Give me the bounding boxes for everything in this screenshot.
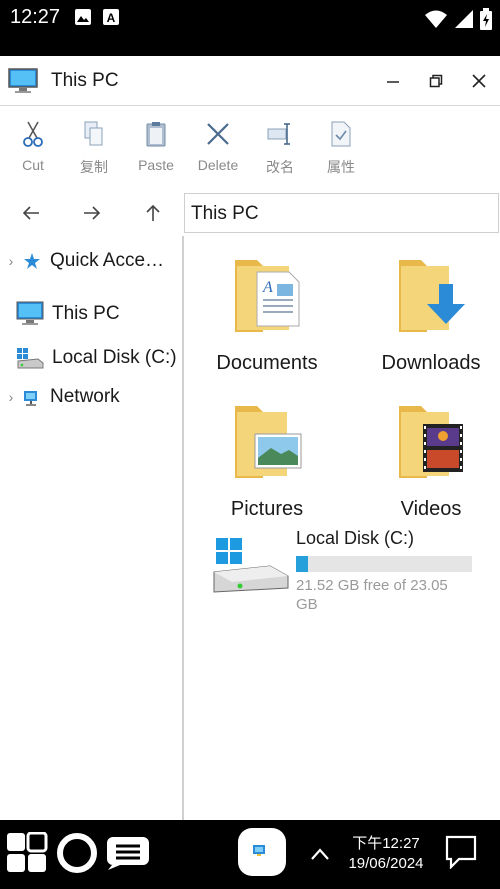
a-icon: A bbox=[103, 9, 119, 25]
sidebar-item-this-pc[interactable]: This PC bbox=[0, 297, 182, 331]
properties-button[interactable]: 属性 bbox=[310, 117, 372, 177]
drive-label: Local Disk (C:) bbox=[296, 528, 415, 548]
arrow-up-icon bbox=[146, 204, 160, 221]
navigation-bar: This PC bbox=[0, 192, 500, 234]
chevron-up-icon bbox=[311, 848, 329, 860]
delete-icon bbox=[207, 123, 229, 145]
message-icon bbox=[107, 837, 149, 870]
drive-usage-fill bbox=[296, 556, 308, 572]
drive-icon bbox=[16, 347, 44, 369]
copy-icon bbox=[84, 121, 103, 146]
toolbar: Cut 复制 Paste Delete 改名 属性 bbox=[0, 107, 500, 185]
photo-icon bbox=[75, 9, 91, 25]
explorer-app-icon bbox=[253, 845, 265, 856]
paste-button[interactable]: Paste bbox=[125, 117, 187, 173]
clock-date: 19/06/2024 bbox=[348, 855, 424, 872]
pictures-folder-icon bbox=[235, 406, 302, 478]
folder-label: Videos bbox=[400, 498, 462, 520]
minimize-icon bbox=[387, 81, 399, 83]
computer-icon bbox=[8, 68, 38, 99]
network-icon bbox=[22, 387, 42, 407]
drive-local-disk[interactable]: Local Disk (C:) 21.52 GB free of 23.05 G… bbox=[210, 528, 490, 618]
start-icon bbox=[7, 832, 48, 872]
minimize-button[interactable] bbox=[378, 66, 408, 96]
back-button[interactable] bbox=[16, 198, 46, 228]
taskbar-clock[interactable]: 下午12:27 19/06/2024 bbox=[340, 834, 432, 874]
delete-button[interactable]: Delete bbox=[187, 117, 249, 173]
computer-icon bbox=[16, 301, 44, 327]
battery-icon bbox=[480, 8, 492, 30]
navigation-pane: › Quick Acce… This PC Local Disk (C:) › … bbox=[0, 236, 184, 820]
clock-time: 下午12:27 bbox=[352, 835, 420, 852]
task-view-button[interactable] bbox=[106, 836, 150, 870]
folder-documents[interactable]: A Documents bbox=[192, 254, 342, 375]
folder-videos[interactable]: Videos bbox=[356, 400, 500, 521]
search-button[interactable] bbox=[56, 832, 98, 874]
notification-icon bbox=[445, 835, 477, 869]
folder-label: Pictures bbox=[230, 498, 304, 520]
system-tray-expand[interactable] bbox=[306, 840, 334, 868]
cut-button[interactable]: Cut bbox=[2, 117, 64, 173]
window-title: This PC bbox=[51, 70, 119, 91]
paste-label: Paste bbox=[138, 157, 174, 173]
folder-downloads[interactable]: Downloads bbox=[356, 254, 500, 375]
sidebar-item-quick-access[interactable]: › Quick Acce… bbox=[0, 244, 182, 278]
sidebar-item-label: This PC bbox=[52, 303, 120, 324]
chevron-right-icon[interactable]: › bbox=[0, 253, 22, 269]
title-bar: This PC bbox=[0, 56, 500, 106]
copy-label: 复制 bbox=[80, 159, 108, 175]
notification-button[interactable] bbox=[444, 834, 478, 870]
paste-icon bbox=[146, 122, 166, 147]
taskbar-app-explorer[interactable] bbox=[238, 828, 286, 876]
status-time: 12:27 bbox=[10, 6, 61, 28]
signal-icon bbox=[455, 10, 473, 28]
drive-icon bbox=[213, 538, 289, 593]
sidebar-item-label: Quick Acce… bbox=[50, 250, 165, 271]
folder-label: Downloads bbox=[381, 352, 481, 374]
drive-free-text: 21.52 GB free of 23.05 GB bbox=[296, 577, 448, 613]
delete-label: Delete bbox=[197, 157, 239, 173]
downloads-folder-icon bbox=[399, 260, 465, 332]
arrow-right-icon bbox=[84, 206, 101, 220]
scissors-icon bbox=[23, 121, 43, 147]
content-pane: A Documents Downloads Pictures Videos Lo… bbox=[186, 236, 500, 820]
documents-folder-icon: A bbox=[235, 260, 300, 332]
wifi-icon bbox=[425, 10, 447, 28]
sidebar-item-label: Network bbox=[50, 386, 120, 407]
arrow-left-icon bbox=[22, 206, 39, 220]
close-button[interactable] bbox=[464, 66, 494, 96]
star-icon bbox=[22, 251, 42, 271]
sidebar-item-label: Local Disk (C:) bbox=[52, 347, 177, 368]
address-bar[interactable]: This PC bbox=[184, 193, 499, 233]
chevron-right-icon[interactable]: › bbox=[0, 389, 22, 405]
restore-button[interactable] bbox=[421, 66, 451, 96]
rename-icon bbox=[267, 123, 290, 145]
properties-icon bbox=[331, 121, 351, 147]
rename-label: 改名 bbox=[266, 159, 294, 175]
cut-label: Cut bbox=[22, 157, 44, 173]
rename-button[interactable]: 改名 bbox=[249, 117, 311, 177]
sidebar-item-local-disk[interactable]: Local Disk (C:) bbox=[0, 341, 182, 375]
copy-button[interactable]: 复制 bbox=[63, 117, 125, 177]
properties-label: 属性 bbox=[327, 159, 355, 175]
cortana-icon bbox=[57, 833, 97, 873]
status-bar: 12:27 A bbox=[0, 0, 500, 56]
folder-pictures[interactable]: Pictures bbox=[192, 400, 342, 521]
sidebar-item-network[interactable]: › Network bbox=[0, 380, 182, 414]
close-icon bbox=[472, 74, 486, 88]
restore-icon bbox=[429, 74, 443, 88]
svg-text:A: A bbox=[107, 11, 116, 25]
forward-button[interactable] bbox=[77, 198, 107, 228]
svg-text:A: A bbox=[262, 279, 273, 296]
up-button[interactable] bbox=[138, 198, 168, 228]
drive-usage-bar bbox=[296, 556, 472, 572]
taskbar: 下午12:27 19/06/2024 bbox=[0, 820, 500, 889]
start-button[interactable] bbox=[6, 832, 48, 874]
folder-label: Documents bbox=[216, 352, 318, 374]
videos-folder-icon bbox=[399, 406, 463, 478]
